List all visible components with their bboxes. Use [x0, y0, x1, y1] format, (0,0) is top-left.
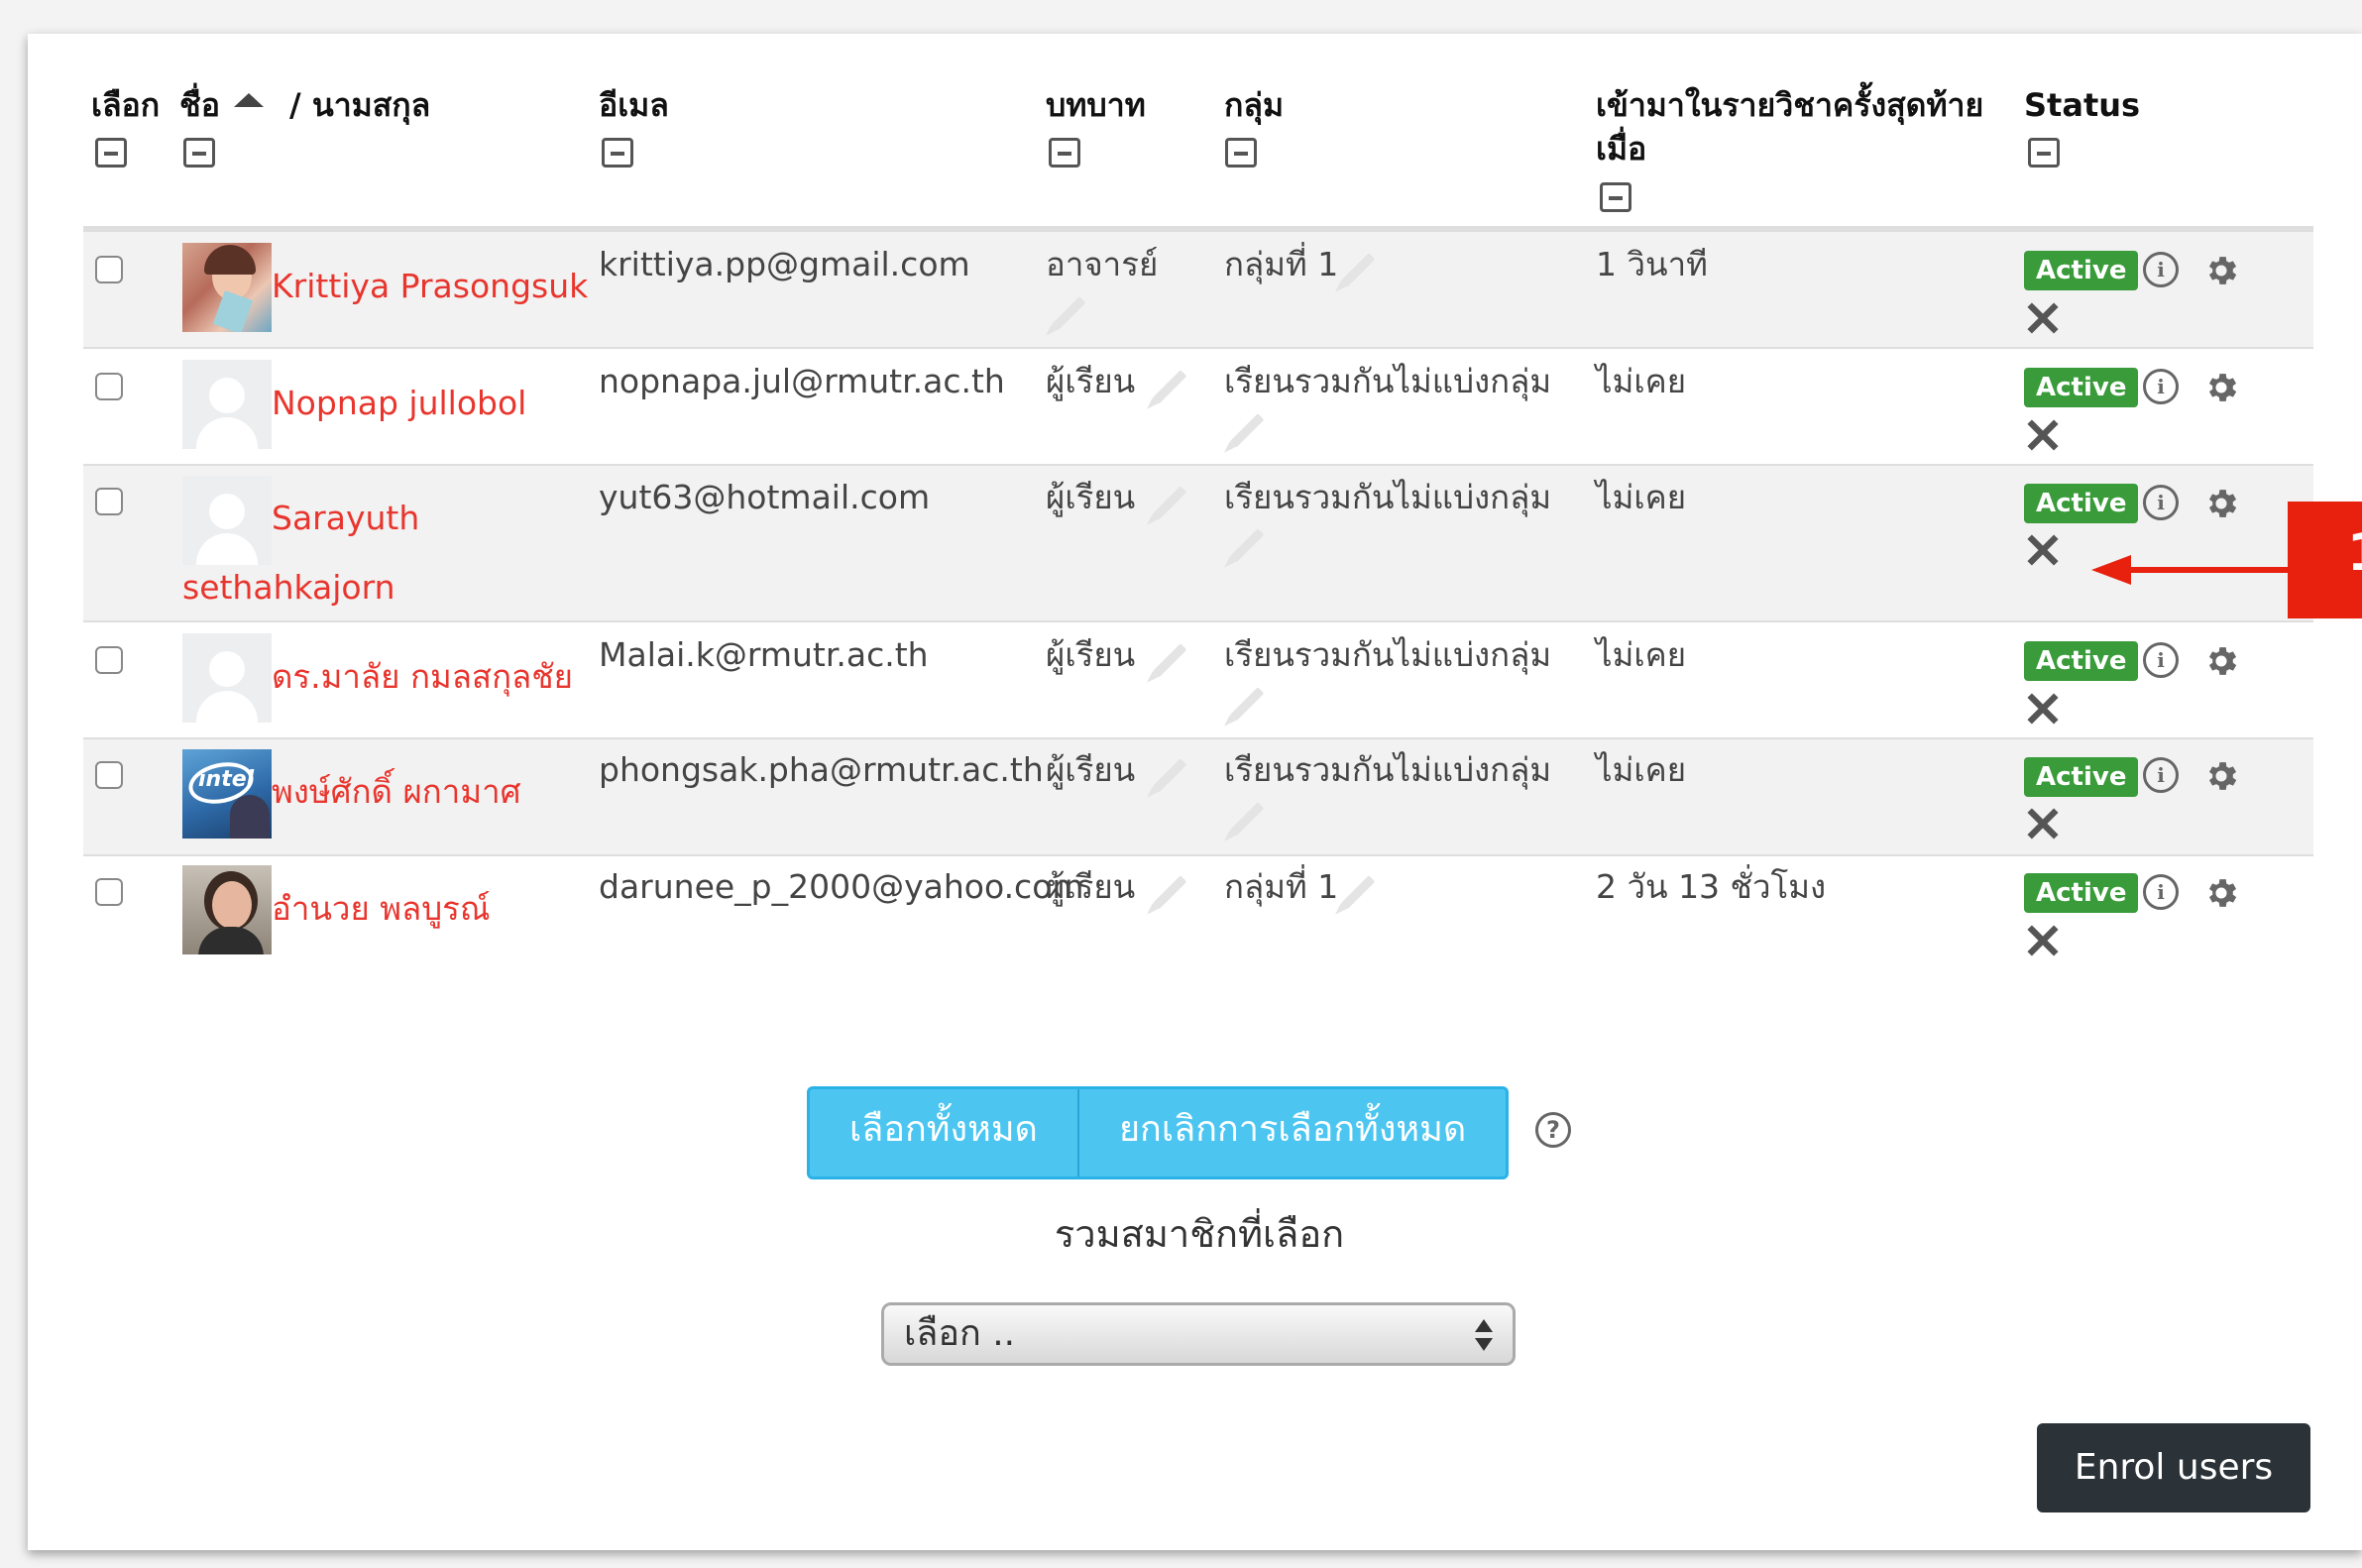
unenrol-close-icon[interactable] — [2024, 416, 2062, 454]
deselect-all-button[interactable]: ยกเลิกการเลือกทั้งหมด — [1076, 1089, 1506, 1176]
user-role: ผู้เรียน — [1046, 867, 1136, 906]
avatar — [182, 633, 272, 723]
header-group: กลุ่ม — [1224, 86, 1285, 124]
info-icon[interactable]: i — [2143, 642, 2179, 678]
header-first-name[interactable]: ชื่อ — [179, 83, 220, 127]
sort-ascending-icon[interactable] — [234, 93, 264, 107]
bulk-action-select[interactable]: เลือก .. — [881, 1302, 1516, 1366]
user-name-link[interactable]: Krittiya Prasongsuk — [272, 266, 588, 307]
user-last-access: 1 วินาที — [1596, 245, 1708, 283]
callout-arrow-head — [2091, 555, 2131, 585]
user-group: เรียนรวมกันไม่แบ่งกลุ่ม — [1224, 750, 1552, 789]
header-role: บทบาท — [1046, 86, 1146, 124]
select-arrows-icon — [1475, 1319, 1493, 1351]
info-icon[interactable]: i — [2143, 874, 2179, 910]
header-last-access[interactable]: เข้ามาในรายวิชาครั้งสุดท้าย — [1596, 83, 1983, 127]
user-name-link[interactable]: ดร.มาลัย กมลสกุลชัย — [272, 656, 573, 698]
row-checkbox[interactable] — [95, 878, 123, 906]
avatar — [182, 243, 272, 332]
callout-box: 1 — [2288, 502, 2362, 618]
collapse-status-icon[interactable] — [2028, 138, 2060, 168]
row-checkbox[interactable] — [95, 646, 123, 674]
gear-icon[interactable] — [2202, 757, 2240, 795]
user-last-access: ไม่เคย — [1596, 635, 1687, 674]
info-icon[interactable]: i — [2143, 485, 2179, 520]
header-last-name[interactable]: / นามสกุล — [289, 83, 430, 127]
unenrol-close-icon[interactable] — [2024, 922, 2062, 959]
user-email: nopnapa.jul@rmutr.ac.th — [599, 362, 1005, 400]
enrol-users-button[interactable]: Enrol users — [2037, 1423, 2310, 1512]
user-name-link[interactable]: Nopnap jullobol — [272, 383, 526, 424]
user-group: กลุ่มที่ 1 — [1224, 867, 1339, 906]
gear-icon[interactable] — [2202, 874, 2240, 912]
select-all-button[interactable]: เลือกทั้งหมด — [810, 1089, 1077, 1176]
user-email: darunee_p_2000@yahoo.com — [599, 867, 1084, 906]
status-badge-active: Active — [2024, 368, 2139, 407]
callout-number: 1 — [2347, 523, 2362, 583]
user-last-access: 2 วัน 13 ชั่วโมง — [1596, 867, 1827, 906]
user-name-link[interactable]: พงษ์ศักดิ์ ผกามาศ — [272, 771, 521, 813]
info-icon[interactable]: i — [2143, 369, 2179, 404]
avatar — [182, 865, 272, 954]
status-badge-active: Active — [2024, 873, 2139, 913]
user-role: ผู้เรียน — [1046, 478, 1136, 516]
user-role: ผู้เรียน — [1046, 635, 1136, 674]
row-checkbox[interactable] — [95, 488, 123, 515]
user-last-access: ไม่เคย — [1596, 750, 1687, 789]
unenrol-close-icon[interactable] — [2024, 805, 2062, 842]
gear-icon[interactable] — [2202, 642, 2240, 680]
header-last-access-line2[interactable]: เมื่อ — [1596, 127, 1646, 170]
header-email[interactable]: อีเมล — [599, 83, 669, 127]
callout-arrow-line — [2129, 567, 2290, 573]
info-icon[interactable]: i — [2143, 252, 2179, 287]
row-checkbox[interactable] — [95, 373, 123, 400]
avatar: intel — [182, 749, 272, 839]
user-name-link[interactable]: อำนวย พลบูรณ์ — [272, 888, 491, 930]
user-email: Malai.k@rmutr.ac.th — [599, 635, 929, 674]
user-last-access: ไม่เคย — [1596, 478, 1687, 516]
collapse-email-icon[interactable] — [602, 138, 633, 168]
table-row — [83, 466, 2313, 622]
collapse-name-icon[interactable] — [183, 138, 215, 168]
user-name-link[interactable]: Sarayuth — [272, 498, 419, 539]
gear-icon[interactable] — [2202, 485, 2240, 522]
user-group: เรียนรวมกันไม่แบ่งกลุ่ม — [1224, 478, 1552, 516]
status-badge-active: Active — [2024, 251, 2139, 290]
unenrol-close-icon[interactable] — [2024, 531, 2062, 569]
gear-icon[interactable] — [2202, 369, 2240, 406]
help-icon[interactable]: ? — [1535, 1112, 1571, 1148]
gear-icon[interactable] — [2202, 252, 2240, 289]
with-selected-label: รวมสมาชิกที่เลือก — [1054, 1212, 1345, 1256]
unenrol-close-icon[interactable] — [2024, 690, 2062, 728]
user-role: ผู้เรียน — [1046, 362, 1136, 400]
bulk-action-select-value: เลือก .. — [904, 1313, 1016, 1354]
user-last-access: ไม่เคย — [1596, 362, 1687, 400]
collapse-select-icon[interactable] — [95, 138, 127, 168]
collapse-group-icon[interactable] — [1225, 138, 1257, 168]
user-role: อาจารย์ — [1046, 245, 1159, 283]
header-select: เลือก — [91, 86, 161, 124]
avatar — [182, 476, 272, 565]
status-badge-active: Active — [2024, 757, 2139, 797]
user-name-link-line2[interactable]: sethahkajorn — [182, 567, 395, 609]
user-group: เรียนรวมกันไม่แบ่งกลุ่ม — [1224, 635, 1552, 674]
header-status: Status — [2024, 86, 2141, 124]
row-checkbox[interactable] — [95, 761, 123, 789]
row-checkbox[interactable] — [95, 256, 123, 283]
user-group: เรียนรวมกันไม่แบ่งกลุ่ม — [1224, 362, 1552, 400]
status-badge-active: Active — [2024, 641, 2139, 681]
user-role: ผู้เรียน — [1046, 750, 1136, 789]
user-email: phongsak.pha@rmutr.ac.th — [599, 750, 1044, 789]
info-icon[interactable]: i — [2143, 757, 2179, 793]
collapse-role-icon[interactable] — [1049, 138, 1080, 168]
avatar — [182, 360, 272, 449]
unenrol-close-icon[interactable] — [2024, 299, 2062, 337]
user-group: กลุ่มที่ 1 — [1224, 245, 1339, 283]
selection-button-group: เลือกทั้งหมด ยกเลิกการเลือกทั้งหมด — [807, 1086, 1510, 1179]
collapse-last-access-icon[interactable] — [1600, 182, 1631, 212]
user-email: krittiya.pp@gmail.com — [599, 245, 970, 283]
user-email: yut63@hotmail.com — [599, 478, 931, 516]
status-badge-active: Active — [2024, 484, 2139, 523]
